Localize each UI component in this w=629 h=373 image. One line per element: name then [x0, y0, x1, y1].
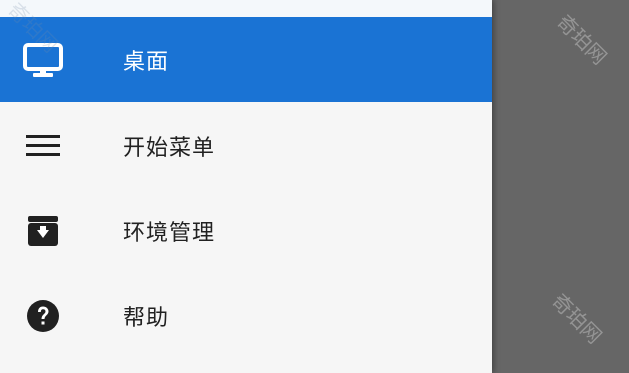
menu-icon [23, 126, 63, 166]
drawer-header-strip [0, 0, 492, 18]
archive-download-icon [23, 211, 63, 251]
nav-item-label: 环境管理 [123, 220, 216, 246]
watermark: 奇珀网 [552, 9, 612, 70]
help-icon [23, 296, 63, 336]
nav-item-desktop[interactable]: 桌面 [0, 17, 492, 102]
nav-item-environment[interactable]: 环境管理 [0, 188, 492, 273]
nav-item-label: 开始菜单 [123, 135, 216, 161]
nav-item-start-menu[interactable]: 开始菜单 [0, 103, 492, 188]
nav-item-help[interactable]: 帮助 [0, 273, 492, 358]
nav-item-label: 桌面 [123, 49, 170, 75]
navigation-drawer: 桌面 开始菜单 环境管理 帮助 奇珀网 [0, 0, 492, 373]
monitor-icon [23, 40, 63, 80]
app-window: { "colors": { "active_background": "#1a7… [0, 0, 629, 373]
nav-item-label: 帮助 [123, 305, 170, 331]
watermark: 奇珀网 [547, 288, 607, 349]
